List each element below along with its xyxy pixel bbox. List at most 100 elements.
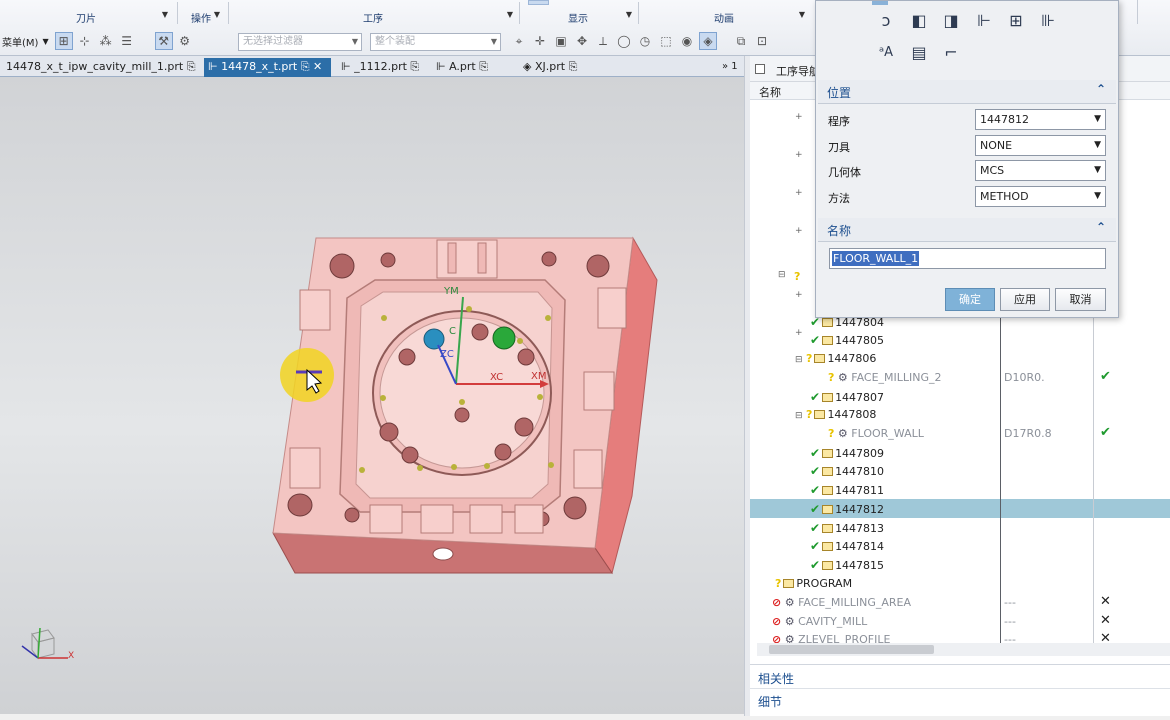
expand-icon[interactable]: + <box>795 290 803 300</box>
list-item[interactable]: ✔ 1447813 <box>750 518 1170 537</box>
chevron-down-icon[interactable]: ▼ <box>162 10 168 19</box>
list-item[interactable]: ✔ 1447815 <box>750 555 1170 574</box>
details-panel[interactable]: 细节 <box>758 693 782 710</box>
mill-planar-icon[interactable]: ◧ <box>908 10 930 32</box>
method-select[interactable]: METHOD ▼ <box>975 186 1106 207</box>
operation-name-input[interactable]: FLOOR_WALL_1 <box>829 248 1106 269</box>
rectangle-select-icon[interactable]: ⬚ <box>657 32 675 50</box>
chevron-down-icon[interactable]: ▼ <box>42 37 48 46</box>
tool-select[interactable]: NONE ▼ <box>975 135 1106 156</box>
group-tool[interactable]: 刀片 ▼ <box>0 10 172 25</box>
thread-icon[interactable]: ⊪ <box>1037 10 1059 32</box>
tree-icon[interactable]: ☰ <box>118 32 136 50</box>
apply-button[interactable]: 应用 <box>1000 288 1050 311</box>
expand-icon[interactable]: + <box>795 226 803 236</box>
tab-a[interactable]: ⊩ A.prt ⎘ <box>432 58 512 77</box>
list-item[interactable]: ✔ 1447814 <box>750 536 1170 555</box>
tab-overflow-button[interactable]: » 1 <box>718 58 742 77</box>
document-icon[interactable]: ▤ <box>908 42 930 64</box>
measure-icon[interactable]: ⟂ <box>594 32 612 50</box>
clock-icon[interactable]: ◷ <box>636 32 654 50</box>
list-item[interactable]: ? PROGRAM <box>750 574 1170 593</box>
cancel-button[interactable]: 取消 <box>1055 288 1106 311</box>
table-row[interactable]: ? ⚙ FACE_MILLING_2 D10R0. ✔ <box>750 368 1170 387</box>
tool-label: 刀具 <box>828 141 850 154</box>
group-operation-label: 操作 <box>191 14 211 25</box>
select-window-icon[interactable]: ▣ <box>552 32 570 50</box>
list-item[interactable]: ⊟ ? 1447808 <box>750 405 1170 424</box>
circle-icon[interactable]: ◯ <box>615 32 633 50</box>
geometry-select[interactable]: MCS ▼ <box>975 160 1106 181</box>
axis-label-xc: XC <box>490 372 504 383</box>
tab-ipw-cavity-mill[interactable]: 14478_x_t_ipw_cavity_mill_1.prt ⎘ <box>2 58 198 77</box>
mold-plate-model[interactable] <box>0 77 744 714</box>
probe-icon[interactable]: ⊩ <box>973 10 995 32</box>
text-engrave-icon[interactable]: ᵃA <box>875 42 897 64</box>
group-process[interactable]: 工序 ▼ <box>229 10 517 25</box>
table-row[interactable]: ⊘ ⚙ CAVITY_MILL --- ✕ <box>750 612 1170 631</box>
cube-icon[interactable]: ◈ <box>699 32 717 50</box>
node-icon[interactable]: ⊹ <box>76 32 94 50</box>
horizontal-scrollbar[interactable] <box>757 643 1170 656</box>
list-item[interactable]: ✔ 1447811 <box>750 480 1170 499</box>
collapse-icon[interactable]: ⊟ <box>778 270 786 280</box>
bulb-icon: ? <box>828 427 835 440</box>
list-item[interactable]: ✔ 1447810 <box>750 461 1170 480</box>
expand-icon[interactable]: + <box>795 150 803 160</box>
group-icon[interactable]: ⁂ <box>97 32 115 50</box>
expand-icon[interactable]: + <box>795 112 803 122</box>
list-item[interactable]: ⊟ ? 1447806 <box>750 349 1170 368</box>
turn-icon[interactable]: ⊞ <box>1005 10 1027 32</box>
position-section-header[interactable]: 位置 ⌃ <box>818 80 1116 104</box>
chevron-down-icon[interactable]: ▼ <box>626 10 632 19</box>
menu-button[interactable]: 菜单(M) <box>2 34 38 49</box>
expand-icon[interactable]: + <box>795 188 803 198</box>
tab-14478-x-t[interactable]: ⊩ 14478_x_t.prt ⎘ ✕ <box>204 58 331 77</box>
navigator-checkbox[interactable] <box>755 64 765 74</box>
list-item[interactable]: ✔ 1447809 <box>750 443 1170 462</box>
view-icon[interactable]: ⧉ <box>732 32 750 50</box>
geometry-icon[interactable]: ⚙ <box>176 32 194 50</box>
chevron-down-icon[interactable]: ▼ <box>507 10 513 19</box>
scrollbar-thumb[interactable] <box>769 645 934 654</box>
tab-xj[interactable]: ◈ XJ.prt ⎘ <box>519 58 599 77</box>
chevron-up-icon[interactable]: ⌃ <box>1096 220 1106 234</box>
selection-filter-select[interactable]: 无选择过滤器 ▼ <box>238 33 362 51</box>
shaded-icon[interactable]: ◉ <box>678 32 696 50</box>
column-name[interactable]: 名称 <box>759 84 781 100</box>
list-item[interactable]: ✔ 1447805 <box>750 330 1170 349</box>
program-select[interactable]: 1447812 ▼ <box>975 109 1106 130</box>
mill-contour-icon[interactable]: ↄ <box>875 10 897 32</box>
list-item[interactable]: ✔ 1447807 <box>750 387 1170 406</box>
table-row[interactable]: ⊘ ⚙ FACE_MILLING_AREA --- ✕ <box>750 593 1170 612</box>
chevron-down-icon[interactable]: ▼ <box>799 10 805 19</box>
tool-path-icon[interactable]: ⌐ <box>940 42 962 64</box>
copy-icon: ⎘ <box>186 60 196 73</box>
snap-icon[interactable]: ⌖ <box>510 32 528 50</box>
group-operation[interactable]: 操作 ▼ <box>178 10 224 25</box>
fit-icon[interactable]: ⊡ <box>753 32 771 50</box>
chevron-up-icon[interactable]: ⌃ <box>1096 82 1106 96</box>
group-display[interactable]: 显示 ▼ <box>520 10 636 25</box>
tab-1112[interactable]: ⊩ _1112.prt ⎘ <box>337 58 427 77</box>
drill-icon[interactable]: ◨ <box>940 10 962 32</box>
point-icon[interactable]: ✛ <box>531 32 549 50</box>
subtype-selected-marker <box>872 1 888 5</box>
chevron-down-icon[interactable]: ▼ <box>214 10 220 19</box>
collapse-icon[interactable]: ⊟ <box>795 355 803 365</box>
axis-label-xm: XM <box>531 371 547 382</box>
dependencies-panel[interactable]: 相关性 <box>758 670 794 687</box>
close-icon[interactable]: ✕ <box>313 60 322 73</box>
move-icon[interactable]: ✥ <box>573 32 591 50</box>
list-item-selected[interactable]: ✔ 1447812 <box>750 499 1170 518</box>
collapse-icon[interactable]: ⊟ <box>795 411 803 421</box>
select-icon[interactable]: ⊞ <box>54 32 73 50</box>
group-animation[interactable]: 动画 ▼ <box>639 10 809 25</box>
graphics-viewport[interactable]: YM XM XC ZC C X <box>0 77 744 714</box>
ok-button[interactable]: 确定 <box>945 288 995 311</box>
assembly-scope-select[interactable]: 整个装配 ▼ <box>370 33 501 51</box>
tool-icon[interactable]: ⚒ <box>154 32 173 50</box>
name-section-header[interactable]: 名称 ⌃ <box>818 218 1116 242</box>
table-row[interactable]: ⊘ ⚙ ZLEVEL_PROFILE --- ✕ <box>750 630 1170 643</box>
table-row[interactable]: ? ⚙ FLOOR_WALL D17R0.8 ✔ <box>750 424 1170 443</box>
